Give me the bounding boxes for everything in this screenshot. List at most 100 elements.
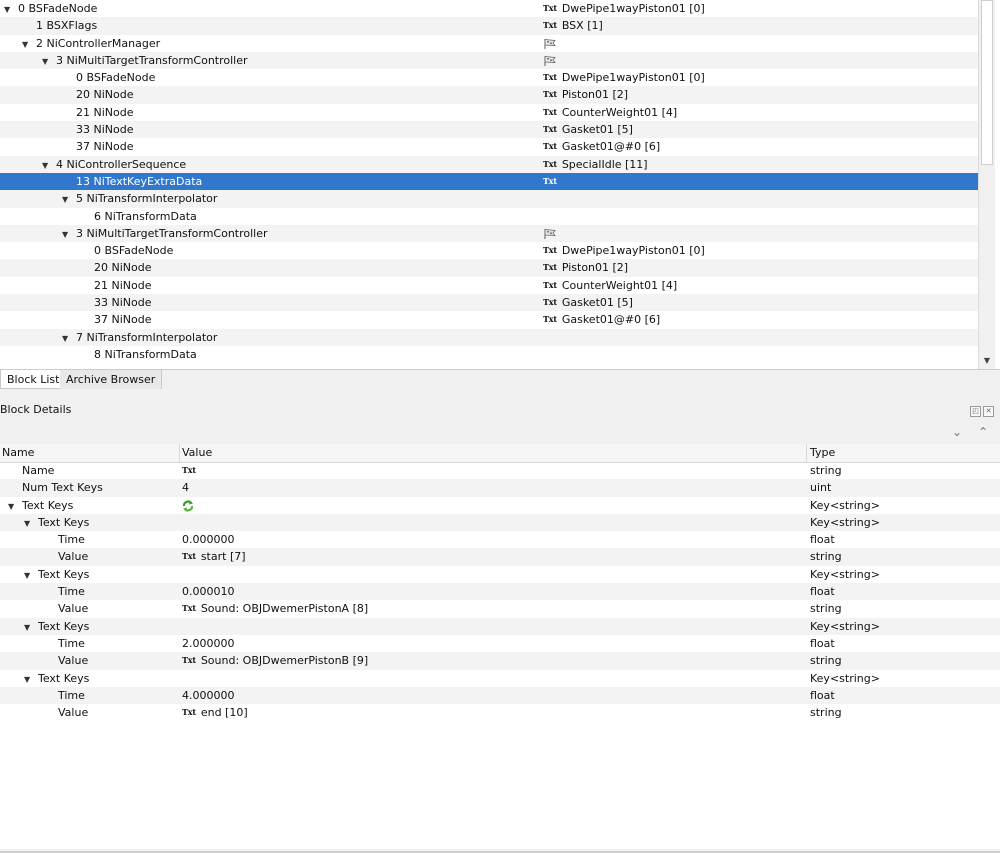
details-row[interactable]: Time 0.000010 float [0,583,1000,601]
details-row-type: string [810,602,842,616]
details-row-type: Key<string> [810,619,880,633]
tree-row[interactable]: 1 BSXFlags Txt BSX [1] [0,17,978,35]
details-row-value[interactable]: Txt [182,462,201,479]
details-row-value[interactable] [182,497,194,514]
details-row-value[interactable]: Txt Sound: OBJDwemerPistonB [9] [182,652,368,669]
details-row-value[interactable]: 4 [182,479,189,496]
expand-arrow-icon[interactable]: ▼ [24,567,38,584]
tab-block-list[interactable]: Block List [0,370,67,389]
tree-row[interactable]: 33 NiNode Txt Gasket01 [5] [0,294,978,312]
details-row[interactable]: ▼ Text Keys Key<string> [0,670,1000,687]
txt-icon: Txt [543,124,557,135]
tree-row-name: 21 NiNode [62,104,134,121]
details-row[interactable]: ▼ Text Keys Key<string> [0,497,1000,514]
details-row[interactable]: ▼ Text Keys Key<string> [0,617,1000,636]
details-row-type: uint [810,481,832,495]
expand-arrow-icon[interactable]: ▼ [24,671,38,688]
tree-row[interactable]: ▼ 4 NiControllerSequence Txt SpecialIdle [1… [0,155,978,174]
tree-row-name: 6 NiTransformData [80,208,197,225]
expand-arrow-icon[interactable]: ▼ [22,36,36,53]
details-row[interactable]: Value Txt Sound: OBJDwemerPistonA [8] strin… [0,600,1000,617]
tree-row[interactable]: 0 BSFadeNode Txt DwePipe1wayPiston01 [0] [0,69,978,86]
details-row-name: Value [44,548,88,565]
tree-row-name: 8 NiTransformData [80,346,197,363]
tree-row[interactable]: ▼ 2 NiControllerManager [0,35,978,52]
flag-icon [544,228,556,239]
block-list-tree[interactable]: ▼ 0 BSFadeNode Txt DwePipe1wayPiston01 [0] 1… [0,0,1000,369]
tree-row[interactable]: 13 NiTextKeyExtraData Txt [0,172,978,191]
details-row-label: Time [58,636,85,650]
details-row[interactable]: Time 0.000000 float [0,531,1000,548]
tree-row-value-text: DwePipe1wayPiston01 [0] [561,71,705,85]
tree-row[interactable]: 0 BSFadeNode Txt DwePipe1wayPiston01 [0] [0,242,978,259]
details-row-value[interactable]: Txt Sound: OBJDwemerPistonA [8] [182,600,368,617]
txt-icon: Txt [543,106,557,117]
details-row-name: Value [44,652,88,669]
tree-row[interactable]: ▼ 3 NiMultiTargetTransformController [0,51,978,70]
column-header-type[interactable]: Type [807,444,1000,462]
details-row-value[interactable]: 2.000000 [182,635,235,652]
expand-arrow-icon[interactable]: ▼ [8,498,22,515]
details-row[interactable]: Time 4.000000 float [0,686,1000,705]
update-array-icon[interactable] [182,500,194,512]
expand-arrow-icon[interactable]: ▼ [62,226,76,243]
details-row[interactable]: ▼ Text Keys Key<string> [0,513,1000,532]
details-row-value[interactable]: Txt start [7] [182,548,246,565]
column-header-name[interactable]: Name [0,444,180,462]
tree-row[interactable]: ▼ 0 BSFadeNode Txt DwePipe1wayPiston01 [0] [0,0,978,17]
details-row[interactable]: Name Txt string [0,462,1000,479]
tree-row[interactable]: 8 NiTransformData [0,346,978,363]
tab-archive-browser[interactable]: Archive Browser [60,370,163,389]
expand-arrow-icon[interactable]: ▼ [62,330,76,347]
dock-close-icon[interactable]: ✕ [983,406,994,417]
tree-row[interactable]: 21 NiNode Txt CounterWeight01 [4] [0,104,978,121]
expand-arrow-icon[interactable]: ▼ [62,191,76,208]
tree-row[interactable]: 21 NiNode Txt CounterWeight01 [4] [0,277,978,294]
details-row-value[interactable]: Txt end [10] [182,704,248,721]
column-header-value[interactable]: Value [180,444,807,462]
tree-row[interactable]: 37 NiNode Txt Gasket01@#0 [6] [0,138,978,155]
details-row-value[interactable]: 0.000010 [182,583,235,600]
details-row-value-text: 0.000000 [182,533,235,547]
tree-row[interactable]: 37 NiNode Txt Gasket01@#0 [6] [0,311,978,328]
details-row-name: Value [44,600,88,617]
details-row-value-text: Sound: OBJDwemerPistonB [9] [200,654,369,668]
expand-arrow-icon[interactable]: ▼ [42,157,56,174]
details-row[interactable]: Time 2.000000 float [0,635,1000,652]
tree-row-value: Txt Gasket01 [5] [543,294,633,311]
tree-row[interactable]: ▼ 7 NiTransformInterpolator [0,328,978,347]
expand-all-icon[interactable]: ⌄ [952,425,962,439]
block-details-table[interactable]: Name Value Type Name Txt string Num Text Ke… [0,444,1000,849]
tree-row-label: 5 NiTransformInterpolator [76,192,218,206]
details-row[interactable]: ▼ Text Keys Key<string> [0,566,1000,583]
tree-vertical-scrollbar[interactable]: ▼ [978,0,995,369]
tree-row-value: Txt DwePipe1wayPiston01 [0] [543,69,705,86]
scroll-down-arrow-icon[interactable]: ▼ [979,353,995,369]
tree-row[interactable]: 33 NiNode Txt Gasket01 [5] [0,121,978,139]
tree-row[interactable]: 20 NiNode Txt Piston01 [2] [0,86,978,104]
details-row-type: float [810,688,835,702]
details-row-value[interactable]: 0.000000 [182,531,235,548]
expand-arrow-icon[interactable]: ▼ [24,619,38,636]
details-row[interactable]: Value Txt start [7] string [0,548,1000,566]
tree-scrollbar-thumb[interactable] [981,0,993,165]
expand-arrow-icon[interactable]: ▼ [42,53,56,70]
tree-row[interactable]: ▼ 3 NiMultiTargetTransformController [0,224,978,243]
collapse-all-icon[interactable]: ⌃ [978,425,988,439]
tree-row[interactable]: ▼ 5 NiTransformInterpolator [0,190,978,208]
details-row-type: Key<string> [810,498,880,512]
expand-arrow-icon[interactable]: ▼ [24,515,38,532]
details-row[interactable]: Num Text Keys 4 uint [0,479,1000,497]
dock-float-icon[interactable]: ◰ [970,406,981,417]
details-row[interactable]: Value Txt Sound: OBJDwemerPistonB [9] strin… [0,652,1000,670]
tree-row[interactable]: 6 NiTransformData [0,208,978,225]
txt-icon: Txt [543,72,557,83]
expand-arrow-icon[interactable]: ▼ [4,1,18,18]
details-row-value[interactable]: 4.000000 [182,687,235,704]
tree-row-value: Txt [543,173,562,190]
tree-row[interactable]: 20 NiNode Txt Piston01 [2] [0,259,978,277]
tree-row-name: 33 NiNode [80,294,152,311]
details-row-label: Num Text Keys [22,481,103,495]
details-row[interactable]: Value Txt end [10] string [0,704,1000,721]
flag-icon [544,55,556,66]
